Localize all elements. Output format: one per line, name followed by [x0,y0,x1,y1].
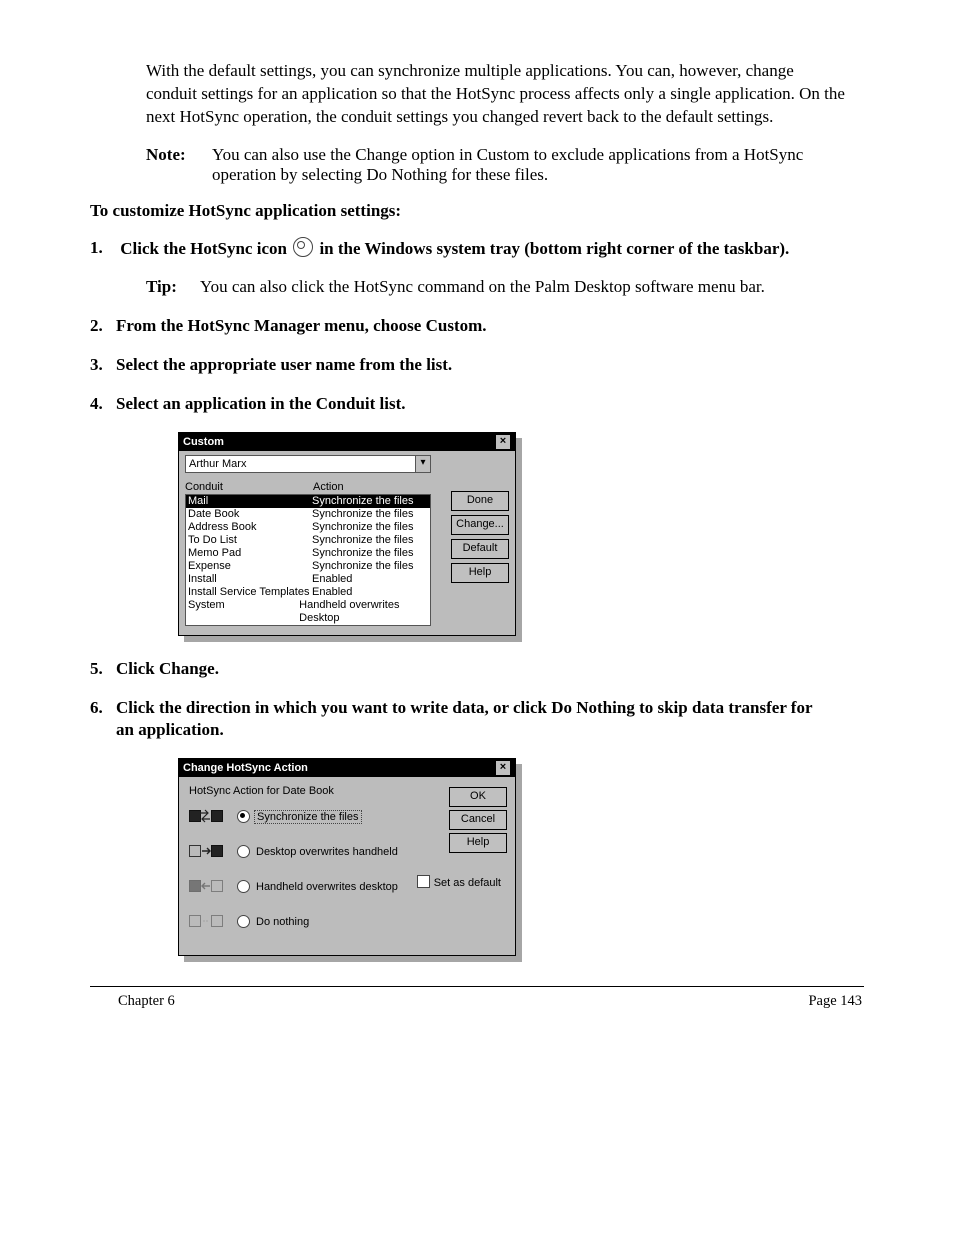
list-item[interactable]: Memo PadSynchronize the files [186,547,430,560]
step-5-text: Click Change. [116,658,816,681]
do-nothing-icon [189,912,229,928]
close-icon[interactable]: × [495,434,511,450]
cancel-button[interactable]: Cancel [449,810,507,830]
step-1-text: Click the HotSync icon [120,239,287,258]
radio-do-nothing[interactable]: Do nothing [189,912,509,931]
set-default-checkbox[interactable]: Set as default [417,875,501,889]
list-item[interactable]: MailSynchronize the files [186,495,430,508]
step-3-text: Select the appropriate user name from th… [116,354,816,377]
conduit-list[interactable]: MailSynchronize the files Date BookSynch… [185,494,431,626]
step-1-number: 1. [90,237,116,260]
default-button[interactable]: Default [451,539,509,559]
handheld-overwrites-icon [189,877,229,893]
sync-both-icon [189,807,229,823]
chevron-down-icon[interactable]: ▾ [415,456,430,472]
desktop-overwrites-icon [189,842,229,858]
list-item[interactable]: InstallEnabled [186,573,430,586]
step-6-text: Click the direction in which you want to… [116,697,816,743]
column-action: Action [313,481,344,493]
help-button[interactable]: Help [451,563,509,583]
footer-chapter: Chapter 6 [118,993,175,1010]
list-item[interactable]: To Do ListSynchronize the files [186,534,430,547]
list-item[interactable]: ExpenseSynchronize the files [186,560,430,573]
step-1-post: in the Windows system tray (bottom right… [319,239,789,258]
user-select[interactable]: Arthur Marx ▾ [185,455,431,473]
close-icon[interactable]: × [495,760,511,776]
intro-paragraph: With the default settings, you can synch… [146,60,846,129]
note-label: Note: [146,145,212,185]
hotsync-icon [293,237,313,257]
procedure-heading: To customize HotSync application setting… [90,201,864,221]
ok-button[interactable]: OK [449,787,507,807]
list-item[interactable]: Address BookSynchronize the files [186,521,430,534]
column-conduit: Conduit [185,481,313,493]
step-2-text: From the HotSync Manager menu, choose Cu… [116,315,816,338]
list-item[interactable]: Install Service TemplatesEnabled [186,586,430,599]
custom-dialog: Custom × Arthur Marx ▾ Conduit Action Ma… [178,432,516,636]
change-hotsync-dialog: Change HotSync Action × HotSync Action f… [178,758,516,956]
help-button[interactable]: Help [449,833,507,853]
list-item[interactable]: SystemHandheld overwrites Desktop [186,599,430,625]
change-button[interactable]: Change... [451,515,509,535]
tip-text: You can also click the HotSync command o… [200,277,765,297]
done-button[interactable]: Done [451,491,509,511]
custom-dialog-title: Custom [183,433,224,451]
change-dialog-title: Change HotSync Action [183,759,308,777]
list-item[interactable]: Date BookSynchronize the files [186,508,430,521]
step-4-text: Select an application in the Conduit lis… [116,393,816,416]
tip-label: Tip: [146,277,200,297]
footer-page: Page 143 [808,993,862,1010]
checkbox-icon[interactable] [417,875,430,888]
note-text: You can also use the Change option in Cu… [212,145,864,185]
